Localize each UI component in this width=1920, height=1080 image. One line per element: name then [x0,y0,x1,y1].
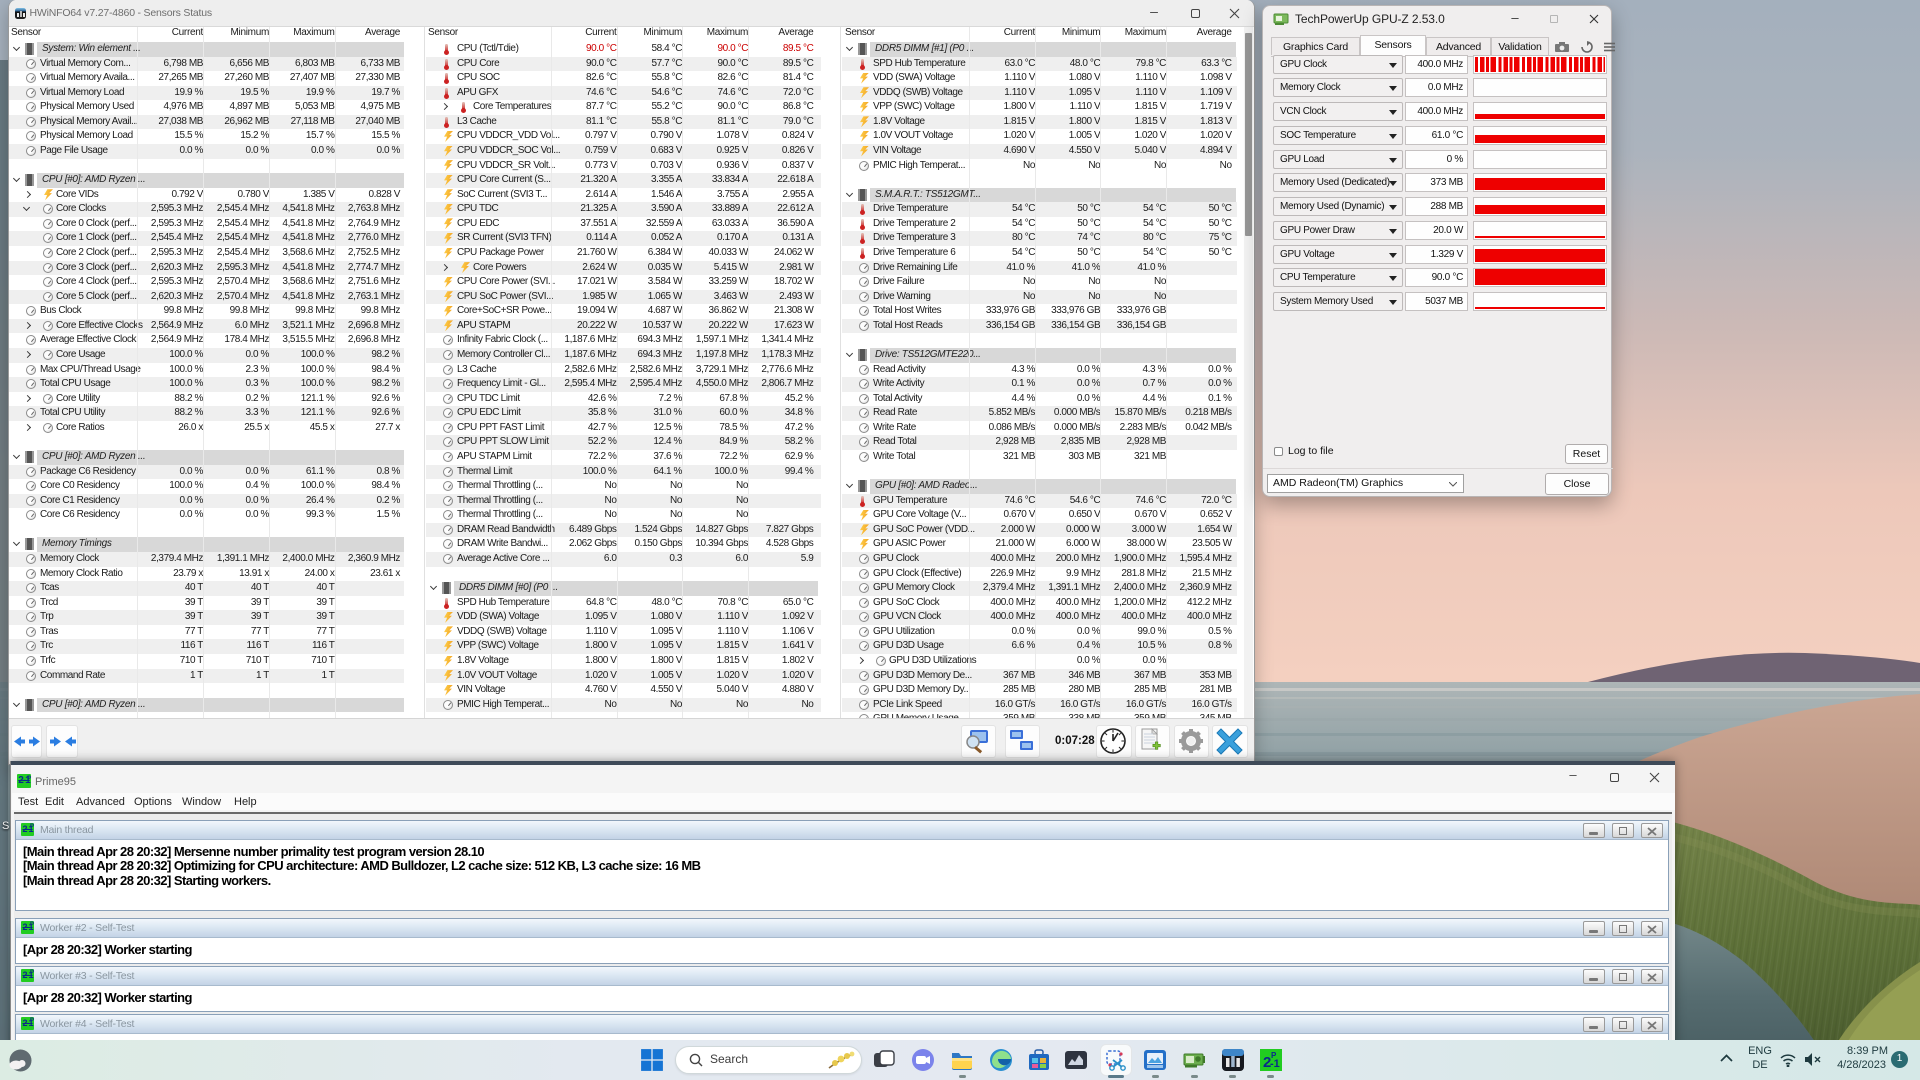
svg-text:-1: -1 [1270,1058,1280,1070]
